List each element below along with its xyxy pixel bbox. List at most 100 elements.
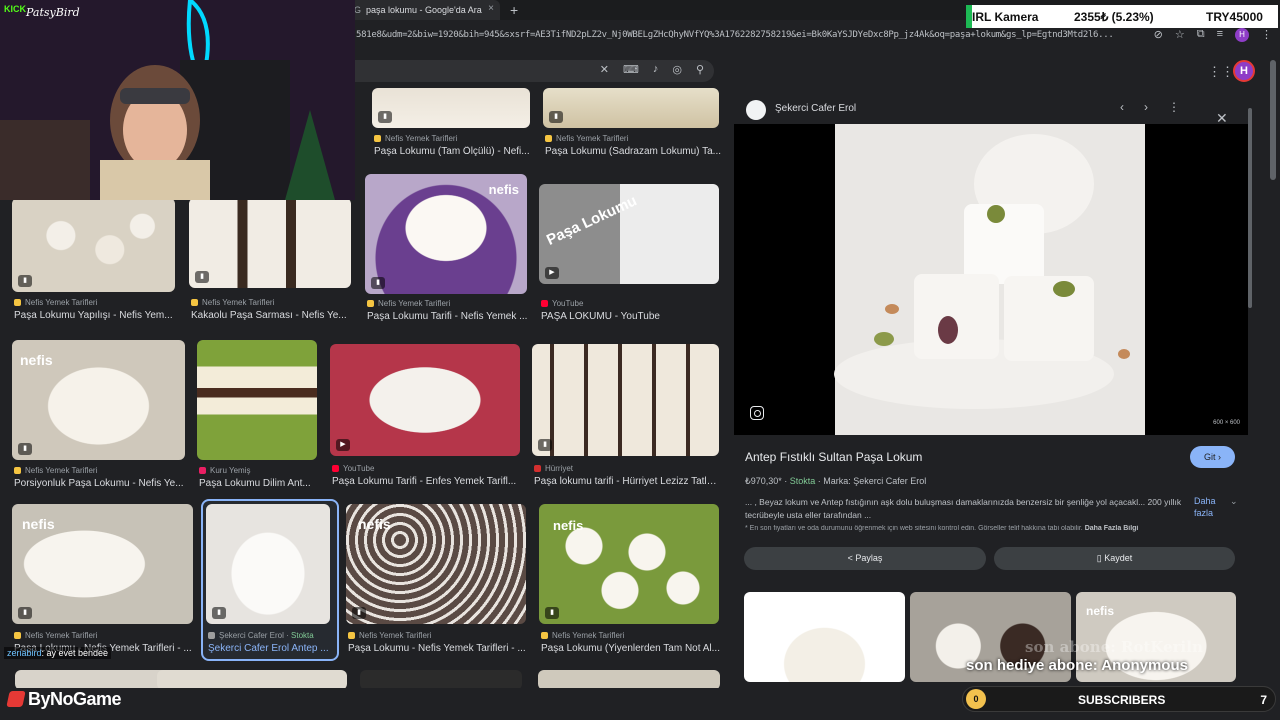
more-details-link[interactable]: Daha fazla ⌄ (1194, 495, 1238, 519)
more-info-link[interactable]: Daha Fazla Bilgi (1085, 525, 1139, 532)
preview-image[interactable]: 600 × 600 (734, 124, 1248, 435)
previous-icon[interactable]: ‹ (1120, 100, 1124, 114)
result-title[interactable]: Kakaolu Paşa Sarması - Nefis Ye... (191, 310, 356, 321)
result-thumbnail[interactable] (197, 340, 317, 460)
extensions-icon[interactable]: ⧉ (1197, 28, 1205, 42)
star-icon[interactable]: ☆ (1175, 28, 1185, 42)
result-thumbnail[interactable]: nefis ▮ (12, 504, 193, 624)
panel-scrollbar[interactable] (1247, 100, 1253, 670)
page-scrollbar[interactable] (1270, 60, 1276, 180)
result-title[interactable]: Şekerci Cafer Erol Antep ... (208, 643, 333, 654)
mic-icon[interactable]: ♪ (653, 63, 659, 76)
search-icon[interactable]: ⚲ (696, 63, 704, 76)
streamer-name: PatsyBird (26, 6, 80, 19)
visit-button[interactable]: Git › (1190, 446, 1235, 468)
next-icon[interactable]: › (1144, 100, 1148, 114)
menu-icon[interactable]: ⋮ (1261, 28, 1272, 42)
preview-site-name[interactable]: Şekerci Cafer Erol (775, 103, 856, 114)
clear-icon[interactable]: ✕ (600, 63, 609, 76)
chat-username: zeriabird (7, 648, 42, 658)
result-card[interactable]: Paşa Lokumu ▶ YouTube PAŞA LOKUMU - YouT… (539, 184, 721, 328)
result-card[interactable]: nefis ▮ Nefis Yemek Tarifleri Paşa Lokum… (365, 174, 535, 328)
product-tag-icon: ▮ (18, 607, 32, 619)
result-source: Hürriyet (534, 464, 573, 473)
more-options-icon[interactable]: ⋮ (1168, 100, 1180, 114)
result-thumbnail[interactable]: ▮ (189, 198, 351, 288)
result-thumbnail[interactable]: nefis ▮ (346, 504, 526, 624)
product-tag-icon: ▮ (549, 111, 563, 123)
subscriber-label: SUBSCRIBERS (1078, 693, 1166, 707)
product-tag-icon: ▮ (545, 607, 559, 619)
result-title[interactable]: Paşa Lokumu Yapılışı - Nefis Yem... (14, 310, 179, 321)
ticker-goal: TRY45000 (1206, 10, 1263, 24)
sponsor-logo: ByNoGame (6, 689, 122, 710)
browser-tab[interactable]: G paşa lokumu - Google'da Ara × (350, 0, 500, 20)
price: ₺970,30* (745, 476, 782, 486)
result-source: YouTube (541, 299, 583, 308)
result-thumbnail[interactable] (157, 670, 347, 688)
result-card-selected[interactable]: ▮ Şekerci Cafer Erol · Stokta Şekerci Ca… (206, 504, 336, 654)
preview-title[interactable]: Antep Fıstıklı Sultan Paşa Lokum (745, 450, 922, 464)
thumbnail-watermark: nefis (553, 518, 584, 533)
lens-icon[interactable]: ◎ (672, 63, 682, 76)
result-source: Nefis Yemek Tarifleri (545, 134, 628, 143)
search-box-icons: ✕ ⌨ ♪ ◎ ⚲ (600, 63, 704, 76)
result-title[interactable]: Paşa Lokumu Dilim Ant... (199, 478, 319, 489)
result-thumbnail[interactable]: ▶ (330, 344, 520, 456)
site-favicon (541, 632, 548, 639)
result-title[interactable]: Paşa Lokumu - Nefis Yemek Tarifleri - ..… (348, 643, 526, 654)
result-card[interactable]: ▮ Nefis Yemek Tarifleri Paşa Lokumu (Tam… (372, 88, 532, 168)
save-button[interactable]: ▯ Kaydet (994, 547, 1235, 570)
result-title[interactable]: Paşa Lokumu (Yiyenlerden Tam Not Al... (541, 643, 721, 654)
result-thumbnail[interactable]: nefis ▮ (12, 340, 185, 460)
result-card[interactable]: ▮ Hürriyet Paşa lokumu tarifi - Hürriyet… (532, 344, 722, 492)
result-title[interactable]: Porsiyonluk Paşa Lokumu - Nefis Ye... (14, 478, 184, 489)
result-card[interactable]: ▮ Nefis Yemek Tarifleri Kakaolu Paşa Sar… (189, 198, 359, 328)
result-title[interactable]: PAŞA LOKUMU - YouTube (541, 311, 719, 322)
stock-label: Stokta (291, 631, 314, 640)
keyboard-icon[interactable]: ⌨ (623, 63, 639, 76)
reading-list-icon[interactable]: ≡ (1217, 28, 1223, 42)
last-sub-ghost-text: son abone: RotKeriln (1025, 638, 1203, 656)
result-thumbnail[interactable]: nefis ▮ (539, 504, 719, 624)
result-thumbnail[interactable] (538, 670, 720, 688)
result-title[interactable]: Paşa Lokumu Tarifi - Nefis Yemek ... (367, 311, 532, 322)
profile-avatar[interactable]: H (1235, 28, 1249, 42)
result-thumbnail[interactable]: ▮ (372, 88, 530, 128)
result-thumbnail[interactable] (360, 670, 522, 688)
stock-status: Stokta (789, 476, 816, 486)
close-tab-icon[interactable]: × (488, 3, 494, 14)
product-tag-icon: ▮ (378, 111, 392, 123)
google-lens-icon[interactable] (750, 406, 764, 420)
result-card[interactable]: nefis ▮ Nefis Yemek Tarifleri Paşa Lokum… (346, 504, 528, 654)
result-card[interactable]: Kuru Yemiş Paşa Lokumu Dilim Ant... (197, 340, 322, 492)
site-favicon (534, 465, 541, 472)
search-box[interactable]: ✕ ⌨ ♪ ◎ ⚲ (350, 60, 714, 82)
ticker-label: IRL Kamera (972, 10, 1039, 24)
result-thumbnail[interactable]: ▮ (532, 344, 719, 456)
site-logo[interactable] (746, 100, 766, 120)
address-bar-actions: ⊘ ☆ ⧉ ≡ H ⋮ (1154, 28, 1272, 42)
eye-off-icon[interactable]: ⊘ (1154, 28, 1163, 42)
result-title[interactable]: Paşa Lokumu (Sadrazam Lokumu) Ta... (545, 146, 721, 157)
result-card[interactable]: nefis ▮ Nefis Yemek Tarifleri Paşa Lokum… (12, 504, 197, 654)
scrollbar-thumb[interactable] (1248, 108, 1252, 308)
result-card[interactable]: ▶ YouTube Paşa Lokumu Tarifi - Enfes Yem… (330, 344, 522, 492)
result-card[interactable]: ▮ Nefis Yemek Tarifleri Paşa Lokumu (Sad… (543, 88, 723, 168)
result-card[interactable]: nefis ▮ Nefis Yemek Tarifleri Porsiyonlu… (12, 340, 187, 492)
result-thumbnail[interactable]: ▮ (543, 88, 719, 128)
new-tab-button[interactable]: + (510, 2, 518, 18)
result-title[interactable]: Paşa lokumu tarifi - Hürriyet Lezizz Tat… (534, 476, 719, 487)
google-account-avatar[interactable]: H (1233, 60, 1255, 82)
result-thumbnail[interactable]: nefis ▮ (365, 174, 527, 294)
result-title[interactable]: Paşa Lokumu (Tam Ölçülü) - Nefi... (374, 146, 534, 157)
result-thumbnail[interactable]: Paşa Lokumu ▶ (539, 184, 719, 284)
share-button[interactable]: < Paylaş (744, 547, 986, 570)
result-title[interactable]: Paşa Lokumu Tarifi - Enfes Yemek Tarifl.… (332, 476, 520, 487)
url-text[interactable]: 581e8&udm=2&biw=1920&bih=945&sxsrf=AE3Ti… (356, 30, 1116, 40)
result-thumbnail[interactable]: ▮ (206, 504, 330, 624)
result-source: Nefis Yemek Tarifleri (348, 631, 431, 640)
result-card[interactable]: nefis ▮ Nefis Yemek Tarifleri Paşa Lokum… (539, 504, 722, 654)
related-image[interactable] (744, 592, 905, 682)
image-dimensions: 600 × 600 (1213, 420, 1240, 426)
